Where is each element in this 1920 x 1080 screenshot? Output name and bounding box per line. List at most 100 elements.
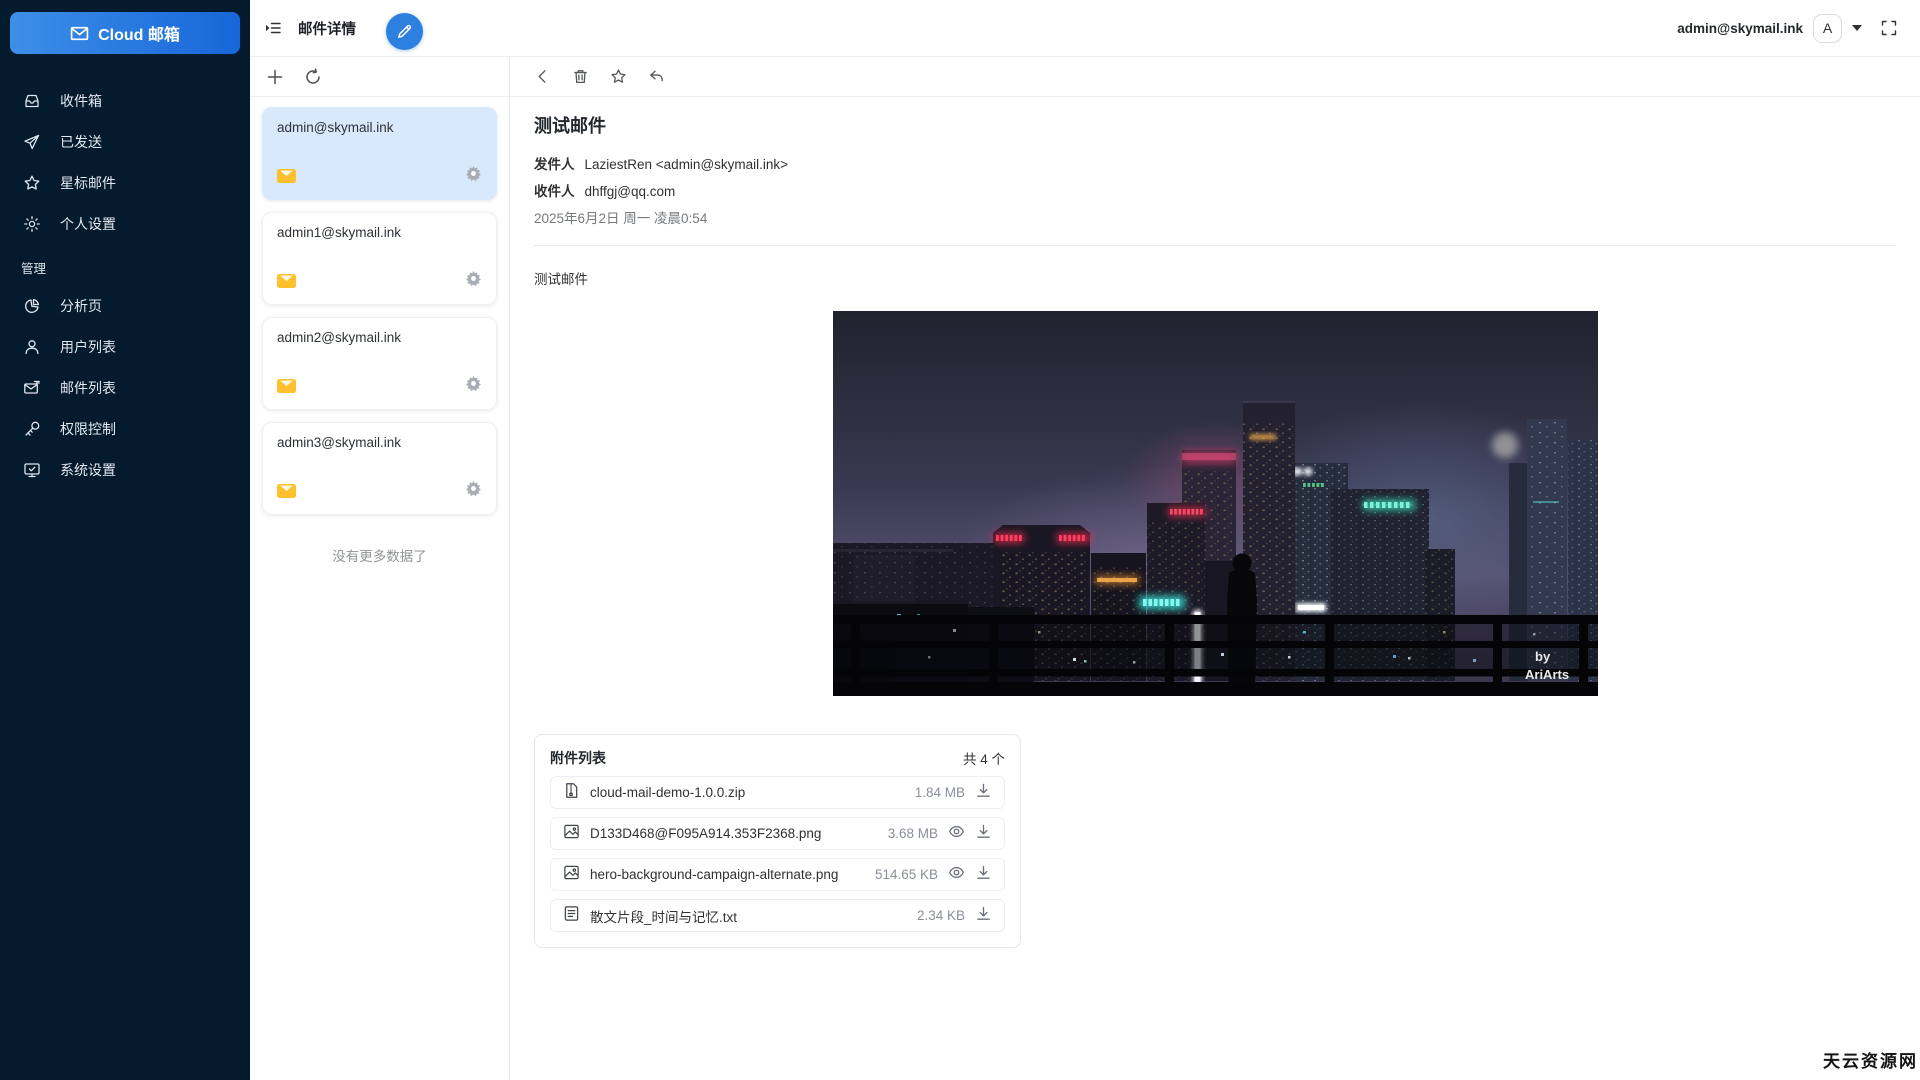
mail-list-toolbar [250, 57, 509, 97]
trash-icon[interactable] [572, 68, 589, 85]
chevron-down-icon[interactable] [1852, 25, 1862, 31]
account-settings-gear-icon[interactable] [465, 480, 482, 502]
sidebar-item-analytics[interactable]: 分析页 [0, 285, 250, 326]
mail-subject: 测试邮件 [534, 112, 1896, 138]
no-more-data-text: 没有更多数据了 [262, 527, 497, 583]
text-file-icon [563, 905, 580, 927]
logo-button[interactable]: Cloud 邮箱 [10, 12, 240, 54]
sidebar: Cloud 邮箱 收件箱 已发送 星标邮件 个人设置 管理 分析页 [0, 0, 250, 1080]
sidebar-nav: 收件箱 已发送 星标邮件 个人设置 管理 分析页 用户列表 [0, 64, 250, 490]
attachment-size: 514.65 KB [875, 867, 938, 882]
avatar-letter: A [1823, 20, 1832, 36]
divider [534, 245, 1896, 246]
sidebar-item-label: 用户列表 [60, 337, 116, 357]
top-header: 邮件详情 admin@skymail.ink A [250, 0, 1920, 57]
pie-chart-icon [23, 297, 41, 315]
mail-list-icon [23, 379, 41, 397]
envelope-icon [277, 484, 296, 498]
sidebar-item-label: 系统设置 [60, 460, 116, 480]
mail-from-line: 发件人 LaziestRen <admin@skymail.ink> [534, 151, 1896, 178]
sidebar-item-label: 星标邮件 [60, 173, 116, 193]
attachment-list-title: 附件列表 [550, 748, 606, 768]
download-icon[interactable] [975, 864, 992, 886]
account-list: admin@skymail.ink admin1@skymail.ink [250, 97, 509, 583]
mail-logo-icon [70, 24, 89, 43]
sidebar-item-label: 分析页 [60, 296, 102, 316]
attachment-name: cloud-mail-demo-1.0.0.zip [590, 785, 905, 800]
from-value: LaziestRen <admin@skymail.ink> [585, 157, 789, 172]
attachment-name: D133D468@F095A914.353F2368.png [590, 826, 878, 841]
add-account-icon[interactable] [266, 68, 284, 86]
reply-icon[interactable] [648, 68, 665, 85]
sidebar-item-user-list[interactable]: 用户列表 [0, 326, 250, 367]
sidebar-item-label: 已发送 [60, 132, 102, 152]
mail-detail-panel: 测试邮件 发件人 LaziestRen <admin@skymail.ink> 收… [510, 57, 1920, 1080]
app-root: Cloud 邮箱 收件箱 已发送 星标邮件 个人设置 管理 分析页 [0, 0, 1920, 1080]
sidebar-item-personal-settings[interactable]: 个人设置 [0, 203, 250, 244]
account-settings-gear-icon[interactable] [465, 165, 482, 187]
account-card-email: admin2@skymail.ink [277, 330, 482, 345]
preview-eye-icon[interactable] [948, 823, 965, 845]
system-settings-icon [23, 461, 41, 479]
account-card[interactable]: admin3@skymail.ink [262, 422, 497, 515]
download-icon[interactable] [975, 782, 992, 804]
sidebar-item-starred[interactable]: 星标邮件 [0, 162, 250, 203]
preview-eye-icon[interactable] [948, 864, 965, 886]
account-settings-gear-icon[interactable] [465, 270, 482, 292]
image-file-icon [563, 864, 580, 886]
mail-list-panel: admin@skymail.ink admin1@skymail.ink [250, 57, 510, 1080]
attachment-size: 1.84 MB [915, 785, 965, 800]
attachment-row[interactable]: 散文片段_时间与记忆.txt 2.34 KB [550, 899, 1005, 932]
zip-file-icon [563, 782, 580, 804]
sidebar-item-mail-list[interactable]: 邮件列表 [0, 367, 250, 408]
compose-button[interactable] [386, 13, 423, 50]
envelope-icon [277, 274, 296, 288]
attachment-name: hero-background-campaign-alternate.png [590, 867, 865, 882]
send-icon [23, 133, 41, 151]
sidebar-item-label: 收件箱 [60, 91, 102, 111]
sidebar-item-system-settings[interactable]: 系统设置 [0, 449, 250, 490]
avatar[interactable]: A [1813, 14, 1842, 43]
attachment-count: 共 4 个 [963, 748, 1005, 768]
download-icon[interactable] [975, 905, 992, 927]
key-icon [23, 420, 41, 438]
mail-detail-body: 测试邮件 发件人 LaziestRen <admin@skymail.ink> 收… [510, 97, 1920, 972]
attachment-size: 2.34 KB [917, 908, 965, 923]
from-label: 发件人 [534, 157, 575, 172]
envelope-icon [277, 379, 296, 393]
account-email[interactable]: admin@skymail.ink [1677, 21, 1803, 36]
image-credit-by: by [1535, 649, 1551, 664]
mail-date: 2025年6月2日 周一 凌晨0:54 [534, 205, 1896, 232]
sidebar-item-permissions[interactable]: 权限控制 [0, 408, 250, 449]
envelope-icon [277, 169, 296, 183]
sidebar-item-label: 权限控制 [60, 419, 116, 439]
sidebar-item-sent[interactable]: 已发送 [0, 121, 250, 162]
inbox-icon [23, 92, 41, 110]
refresh-icon[interactable] [304, 68, 322, 86]
attachment-row[interactable]: cloud-mail-demo-1.0.0.zip 1.84 MB [550, 776, 1005, 809]
fullscreen-icon[interactable] [1878, 17, 1900, 39]
image-credit-artist: AriArts [1525, 667, 1569, 682]
account-card-email: admin@skymail.ink [277, 120, 482, 135]
gear-icon [23, 215, 41, 233]
attachment-row[interactable]: hero-background-campaign-alternate.png 5… [550, 858, 1005, 891]
collapse-sidebar-icon[interactable] [262, 17, 284, 39]
star-icon[interactable] [610, 68, 627, 85]
account-card-email: admin3@skymail.ink [277, 435, 482, 450]
account-card[interactable]: admin1@skymail.ink [262, 212, 497, 305]
account-card[interactable]: admin@skymail.ink [262, 107, 497, 200]
attachment-size: 3.68 MB [888, 826, 938, 841]
page-title: 邮件详情 [298, 18, 356, 39]
account-card-email: admin1@skymail.ink [277, 225, 482, 240]
account-card[interactable]: admin2@skymail.ink [262, 317, 497, 410]
site-watermark: 天云资源网 [1823, 1047, 1918, 1072]
mail-detail-toolbar [510, 57, 1920, 97]
back-icon[interactable] [534, 68, 551, 85]
attachment-row[interactable]: D133D468@F095A914.353F2368.png 3.68 MB [550, 817, 1005, 850]
attachment-list-card: 附件列表 共 4 个 cloud-mail-demo-1.0.0.zip 1.8… [534, 734, 1021, 948]
sidebar-item-inbox[interactable]: 收件箱 [0, 80, 250, 121]
download-icon[interactable] [975, 823, 992, 845]
sidebar-item-label: 邮件列表 [60, 378, 116, 398]
account-settings-gear-icon[interactable] [465, 375, 482, 397]
to-label: 收件人 [534, 184, 575, 199]
